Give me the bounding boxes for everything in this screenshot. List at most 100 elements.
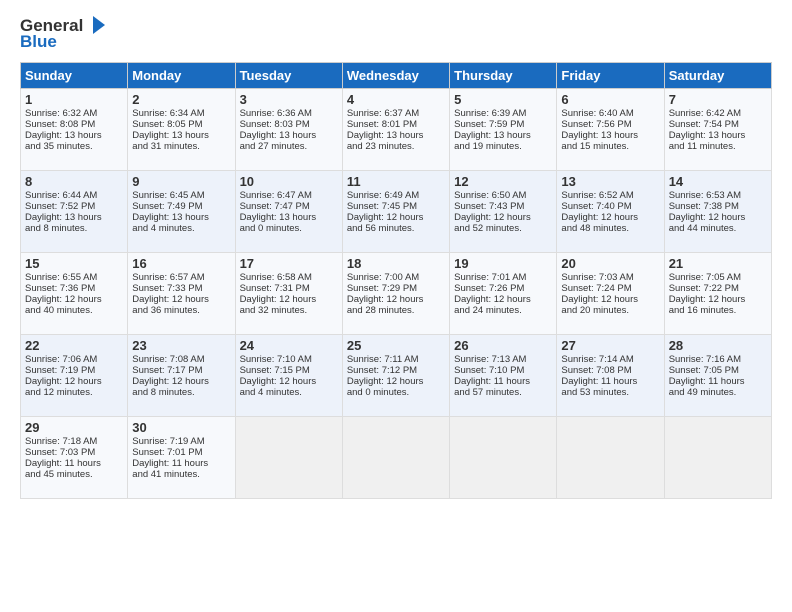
calendar-cell-19: 19Sunrise: 7:01 AMSunset: 7:26 PMDayligh… bbox=[450, 253, 557, 335]
day-info: Sunrise: 7:10 AM bbox=[240, 354, 338, 365]
calendar-cell-29: 29Sunrise: 7:18 AMSunset: 7:03 PMDayligh… bbox=[21, 417, 128, 499]
calendar-cell-10: 10Sunrise: 6:47 AMSunset: 7:47 PMDayligh… bbox=[235, 171, 342, 253]
weekday-header-thursday: Thursday bbox=[450, 63, 557, 89]
logo: General Blue bbox=[20, 16, 107, 52]
logo-blue-text: Blue bbox=[20, 32, 57, 52]
day-info: Daylight: 11 hours bbox=[25, 458, 123, 469]
day-info: Daylight: 12 hours bbox=[347, 294, 445, 305]
day-info: Sunrise: 7:11 AM bbox=[347, 354, 445, 365]
day-info: and 56 minutes. bbox=[347, 223, 445, 234]
calendar-header: General Blue bbox=[20, 16, 772, 52]
calendar-cell-22: 22Sunrise: 7:06 AMSunset: 7:19 PMDayligh… bbox=[21, 335, 128, 417]
calendar-cell-6: 6Sunrise: 6:40 AMSunset: 7:56 PMDaylight… bbox=[557, 89, 664, 171]
day-info: Sunrise: 7:16 AM bbox=[669, 354, 767, 365]
day-info: Daylight: 12 hours bbox=[561, 212, 659, 223]
calendar-cell-12: 12Sunrise: 6:50 AMSunset: 7:43 PMDayligh… bbox=[450, 171, 557, 253]
day-info: and 31 minutes. bbox=[132, 141, 230, 152]
day-info: Sunset: 7:43 PM bbox=[454, 201, 552, 212]
day-info: Daylight: 13 hours bbox=[561, 130, 659, 141]
day-info: and 4 minutes. bbox=[132, 223, 230, 234]
day-number: 28 bbox=[669, 338, 767, 353]
calendar-cell-9: 9Sunrise: 6:45 AMSunset: 7:49 PMDaylight… bbox=[128, 171, 235, 253]
day-info: Sunrise: 7:03 AM bbox=[561, 272, 659, 283]
day-info: Sunrise: 7:06 AM bbox=[25, 354, 123, 365]
calendar-cell-21: 21Sunrise: 7:05 AMSunset: 7:22 PMDayligh… bbox=[664, 253, 771, 335]
day-info: and 35 minutes. bbox=[25, 141, 123, 152]
day-info: Sunset: 8:03 PM bbox=[240, 119, 338, 130]
day-info: Sunrise: 6:32 AM bbox=[25, 108, 123, 119]
calendar-cell-7: 7Sunrise: 6:42 AMSunset: 7:54 PMDaylight… bbox=[664, 89, 771, 171]
day-info: Sunset: 7:54 PM bbox=[669, 119, 767, 130]
day-info: Sunrise: 7:05 AM bbox=[669, 272, 767, 283]
day-info: Daylight: 11 hours bbox=[132, 458, 230, 469]
day-info: and 0 minutes. bbox=[347, 387, 445, 398]
day-info: and 16 minutes. bbox=[669, 305, 767, 316]
day-info: Sunrise: 7:19 AM bbox=[132, 436, 230, 447]
day-info: Sunrise: 6:49 AM bbox=[347, 190, 445, 201]
day-info: Sunset: 7:22 PM bbox=[669, 283, 767, 294]
calendar-cell-26: 26Sunrise: 7:13 AMSunset: 7:10 PMDayligh… bbox=[450, 335, 557, 417]
calendar-week-3: 15Sunrise: 6:55 AMSunset: 7:36 PMDayligh… bbox=[21, 253, 772, 335]
day-number: 27 bbox=[561, 338, 659, 353]
day-number: 25 bbox=[347, 338, 445, 353]
day-info: Daylight: 13 hours bbox=[454, 130, 552, 141]
day-info: and 11 minutes. bbox=[669, 141, 767, 152]
day-info: Daylight: 11 hours bbox=[561, 376, 659, 387]
day-info: Sunset: 7:56 PM bbox=[561, 119, 659, 130]
calendar-page: General Blue SundayMondayTuesdayWednesda… bbox=[0, 0, 792, 612]
day-info: Sunrise: 7:18 AM bbox=[25, 436, 123, 447]
calendar-cell-empty bbox=[557, 417, 664, 499]
day-number: 30 bbox=[132, 420, 230, 435]
day-info: and 49 minutes. bbox=[669, 387, 767, 398]
day-number: 5 bbox=[454, 92, 552, 107]
day-info: Daylight: 12 hours bbox=[132, 294, 230, 305]
day-info: and 20 minutes. bbox=[561, 305, 659, 316]
calendar-cell-8: 8Sunrise: 6:44 AMSunset: 7:52 PMDaylight… bbox=[21, 171, 128, 253]
weekday-header-monday: Monday bbox=[128, 63, 235, 89]
day-number: 21 bbox=[669, 256, 767, 271]
day-info: Daylight: 13 hours bbox=[240, 212, 338, 223]
calendar-cell-5: 5Sunrise: 6:39 AMSunset: 7:59 PMDaylight… bbox=[450, 89, 557, 171]
day-info: Sunset: 7:10 PM bbox=[454, 365, 552, 376]
weekday-header-wednesday: Wednesday bbox=[342, 63, 449, 89]
day-info: and 53 minutes. bbox=[561, 387, 659, 398]
day-number: 15 bbox=[25, 256, 123, 271]
calendar-cell-24: 24Sunrise: 7:10 AMSunset: 7:15 PMDayligh… bbox=[235, 335, 342, 417]
day-info: Daylight: 12 hours bbox=[132, 376, 230, 387]
calendar-cell-3: 3Sunrise: 6:36 AMSunset: 8:03 PMDaylight… bbox=[235, 89, 342, 171]
day-number: 6 bbox=[561, 92, 659, 107]
day-number: 14 bbox=[669, 174, 767, 189]
day-info: Sunset: 7:49 PM bbox=[132, 201, 230, 212]
day-info: and 12 minutes. bbox=[25, 387, 123, 398]
day-info: and 28 minutes. bbox=[347, 305, 445, 316]
day-info: and 8 minutes. bbox=[25, 223, 123, 234]
day-info: Sunrise: 6:36 AM bbox=[240, 108, 338, 119]
calendar-table: SundayMondayTuesdayWednesdayThursdayFrid… bbox=[20, 62, 772, 499]
day-number: 20 bbox=[561, 256, 659, 271]
calendar-cell-20: 20Sunrise: 7:03 AMSunset: 7:24 PMDayligh… bbox=[557, 253, 664, 335]
day-info: Sunrise: 6:34 AM bbox=[132, 108, 230, 119]
day-info: Daylight: 13 hours bbox=[25, 130, 123, 141]
day-number: 17 bbox=[240, 256, 338, 271]
day-number: 10 bbox=[240, 174, 338, 189]
day-info: Daylight: 12 hours bbox=[669, 212, 767, 223]
day-info: Sunset: 7:01 PM bbox=[132, 447, 230, 458]
day-info: Sunset: 7:05 PM bbox=[669, 365, 767, 376]
day-info: Daylight: 13 hours bbox=[132, 212, 230, 223]
day-number: 2 bbox=[132, 92, 230, 107]
day-info: Sunset: 7:59 PM bbox=[454, 119, 552, 130]
day-number: 16 bbox=[132, 256, 230, 271]
day-info: Sunrise: 6:45 AM bbox=[132, 190, 230, 201]
day-info: and 27 minutes. bbox=[240, 141, 338, 152]
weekday-header-row: SundayMondayTuesdayWednesdayThursdayFrid… bbox=[21, 63, 772, 89]
day-info: and 8 minutes. bbox=[132, 387, 230, 398]
day-info: Sunset: 7:12 PM bbox=[347, 365, 445, 376]
day-info: Daylight: 12 hours bbox=[240, 376, 338, 387]
day-info: Sunrise: 7:00 AM bbox=[347, 272, 445, 283]
day-info: Sunrise: 6:47 AM bbox=[240, 190, 338, 201]
day-info: Daylight: 12 hours bbox=[454, 294, 552, 305]
day-number: 26 bbox=[454, 338, 552, 353]
day-info: Sunset: 7:52 PM bbox=[25, 201, 123, 212]
day-number: 11 bbox=[347, 174, 445, 189]
day-info: Sunrise: 6:58 AM bbox=[240, 272, 338, 283]
